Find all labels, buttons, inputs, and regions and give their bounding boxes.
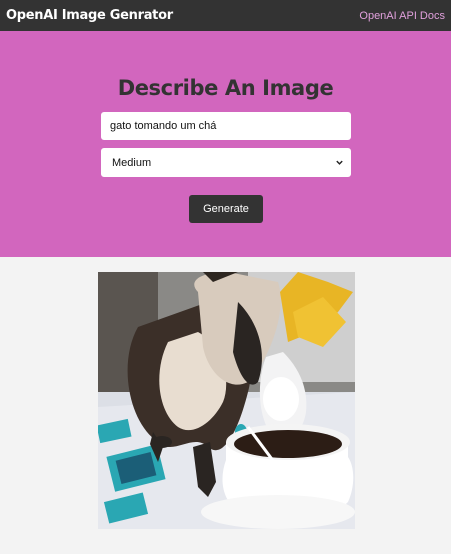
chevron-down-icon bbox=[336, 160, 343, 165]
prompt-input[interactable] bbox=[101, 112, 351, 140]
navbar: OpenAI Image Genrator OpenAI API Docs bbox=[0, 0, 451, 31]
size-select-value: Medium bbox=[112, 156, 152, 169]
api-docs-link[interactable]: OpenAI API Docs bbox=[359, 10, 445, 22]
size-select[interactable]: Medium bbox=[101, 148, 351, 177]
generated-image bbox=[98, 272, 355, 529]
prompt-section: Describe An Image Medium Generate bbox=[0, 31, 451, 257]
page-title: Describe An Image bbox=[117, 76, 334, 100]
generate-button[interactable]: Generate bbox=[189, 195, 263, 223]
app-logo[interactable]: OpenAI Image Genrator bbox=[6, 8, 173, 23]
